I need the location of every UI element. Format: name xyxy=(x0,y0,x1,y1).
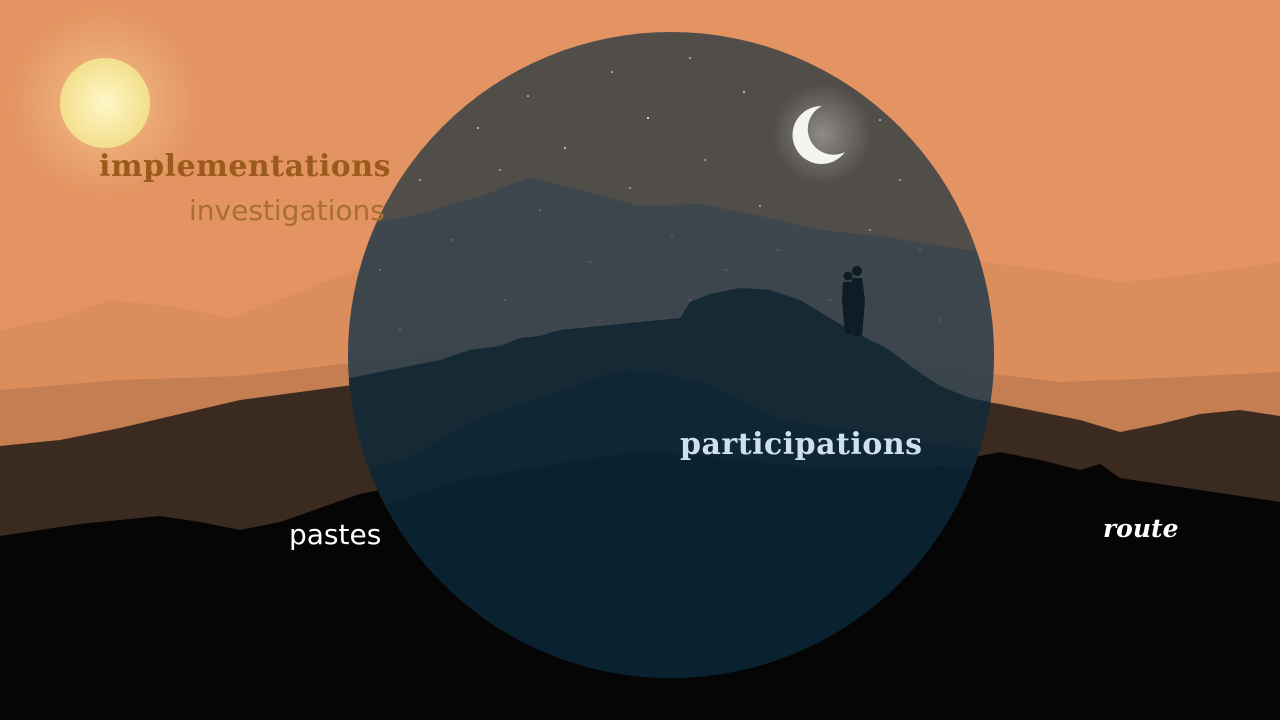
label-implementations: implementations xyxy=(99,149,392,184)
label-investigations: investigations xyxy=(189,194,385,227)
sun-icon xyxy=(60,58,150,148)
label-route: route xyxy=(1103,514,1179,543)
moon-glow xyxy=(772,84,872,184)
landscape-illustration xyxy=(0,0,1280,720)
label-pastes: pastes xyxy=(289,518,382,551)
landscape-scene: implementations investigations participa… xyxy=(0,0,1280,720)
label-participations: participations xyxy=(680,427,923,462)
